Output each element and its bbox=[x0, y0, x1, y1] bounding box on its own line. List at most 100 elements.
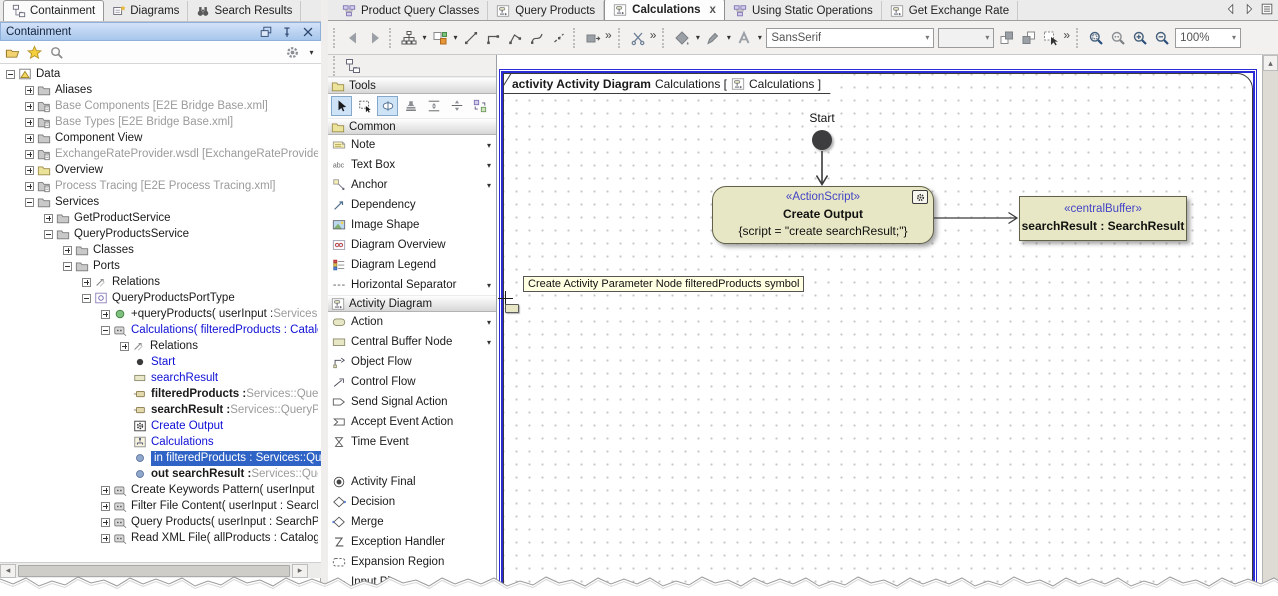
scroll-left-button[interactable]: ◂ bbox=[0, 564, 16, 578]
tree-item-getproductservice[interactable]: GetProductService bbox=[0, 210, 318, 226]
palette-item-action[interactable]: Action▾ bbox=[328, 312, 496, 332]
zoom-combo[interactable]: 100%▾ bbox=[1175, 28, 1241, 48]
tree-item-searchresult[interactable]: searchResult bbox=[0, 370, 318, 386]
tree-item-queryproductsporttype[interactable]: QueryProductsPortType bbox=[0, 290, 318, 306]
tab-close-icon[interactable]: x bbox=[710, 4, 716, 16]
tree-item-overview[interactable]: Overview bbox=[0, 162, 318, 178]
tree-item-in-filteredproducts-services-queryproduc[interactable]: in filteredProducts : Services::QueryPro… bbox=[0, 450, 321, 466]
tree-item-relations[interactable]: Relations bbox=[0, 274, 318, 290]
tree-item-ports[interactable]: Ports bbox=[0, 258, 318, 274]
dropdown-arrow-icon[interactable]: ▾ bbox=[420, 33, 429, 42]
palette-group-common[interactable]: Common bbox=[328, 118, 496, 135]
tab-prev-icon[interactable] bbox=[1224, 2, 1238, 16]
toolbar-overflow-chevron[interactable]: » bbox=[605, 28, 612, 42]
zoom-region-button[interactable] bbox=[1085, 27, 1107, 49]
tree-item-component-view[interactable]: Component View bbox=[0, 130, 318, 146]
palette-item-central-buffer-node[interactable]: Central Buffer Node▾ bbox=[328, 332, 496, 352]
tree-item-classes[interactable]: Classes bbox=[0, 242, 318, 258]
tab-next-icon[interactable] bbox=[1242, 2, 1256, 16]
fill-color-button[interactable] bbox=[671, 27, 693, 49]
sticky-drawing-tool[interactable] bbox=[377, 96, 398, 116]
tree-expander-plus-icon[interactable] bbox=[63, 246, 72, 255]
palette-item-accept-event-action[interactable]: Accept Event Action bbox=[328, 412, 496, 432]
tree-expander-minus-icon[interactable] bbox=[82, 294, 91, 303]
zoom-fit-button[interactable] bbox=[1107, 27, 1129, 49]
font-combo[interactable]: SansSerif▾ bbox=[766, 28, 934, 48]
tree-item-filteredproducts[interactable]: filteredProducts : Services::Query bbox=[0, 386, 318, 402]
zoom-out-button[interactable] bbox=[1151, 27, 1173, 49]
palette-item-diagram-legend[interactable]: Diagram Legend bbox=[328, 255, 496, 275]
dropdown-arrow-icon[interactable]: ▾ bbox=[487, 578, 491, 587]
palette-item-activity-final[interactable]: Activity Final bbox=[328, 472, 496, 492]
swap-tool[interactable] bbox=[469, 96, 490, 116]
tree-item-searchresult[interactable]: searchResult : Services::QueryPro bbox=[0, 402, 318, 418]
palette-item-time-event[interactable]: Time Event bbox=[328, 432, 496, 452]
line-rectilinear-button[interactable] bbox=[482, 27, 504, 49]
dropdown-arrow-icon[interactable]: ▾ bbox=[487, 161, 491, 170]
palette-item-exception-handler[interactable]: Exception Handler bbox=[328, 532, 496, 552]
line-straight-button[interactable] bbox=[460, 27, 482, 49]
palette-item-merge[interactable]: Merge bbox=[328, 512, 496, 532]
tree-item-calculations[interactable]: Calculations bbox=[0, 434, 318, 450]
dropdown-arrow-icon[interactable]: ▾ bbox=[307, 48, 316, 57]
tree-expander-plus-icon[interactable] bbox=[101, 502, 110, 511]
palette-item-input-pin[interactable]: Input Pin▾ bbox=[328, 572, 496, 592]
diagram-tab-get-exchange-rate[interactable]: Get Exchange Rate bbox=[882, 1, 1018, 20]
tree-item-relations[interactable]: Relations bbox=[0, 338, 318, 354]
tree-item-read-xml-file-allproducts-catalog[interactable]: Read XML File( allProducts : Catalog ) bbox=[0, 530, 318, 546]
tree-item-base-types-e2e-bridge-base-xml[interactable]: Base Types [E2E Bridge Base.xml] bbox=[0, 114, 318, 130]
tree-item-start[interactable]: Start bbox=[0, 354, 318, 370]
browser-tab-search-results[interactable]: Search Results bbox=[188, 1, 301, 21]
tree-item-calculations-filteredproducts-catalog[interactable]: Calculations( filteredProducts : Catalog bbox=[0, 322, 318, 338]
cut-button[interactable] bbox=[627, 27, 649, 49]
initial-node[interactable] bbox=[812, 130, 832, 150]
scroll-right-button[interactable]: ▸ bbox=[292, 564, 308, 578]
tree-item-queryproductsservice[interactable]: QueryProductsService bbox=[0, 226, 318, 242]
toolbar-overflow-chevron[interactable]: » bbox=[1063, 28, 1070, 42]
close-icon[interactable] bbox=[301, 25, 315, 39]
marquee-selection-tool[interactable] bbox=[354, 96, 375, 116]
palette-containment-button[interactable] bbox=[342, 55, 364, 77]
diagram-tab-using-static-operations[interactable]: Using Static Operations bbox=[725, 1, 882, 20]
palette-item-image-shape[interactable]: Image Shape bbox=[328, 215, 496, 235]
palette-drag-handle[interactable] bbox=[333, 56, 338, 76]
dropdown-arrow-icon[interactable]: ▾ bbox=[724, 33, 733, 42]
palette-item-expansion-region[interactable]: Expansion Region bbox=[328, 552, 496, 572]
font-size-combo[interactable]: ▾ bbox=[938, 28, 994, 48]
dropdown-arrow-icon[interactable]: ▾ bbox=[487, 181, 491, 190]
tree-item-data[interactable]: Data bbox=[0, 66, 318, 82]
dropdown-arrow-icon[interactable]: ▾ bbox=[487, 141, 491, 150]
line-curved-button[interactable] bbox=[526, 27, 548, 49]
tree-item-queryproducts-userinput[interactable]: +queryProducts( userInput : Services bbox=[0, 306, 318, 322]
tree-expander-minus-icon[interactable] bbox=[25, 198, 34, 207]
compress-tool[interactable] bbox=[446, 96, 467, 116]
dropdown-arrow-icon[interactable]: ▾ bbox=[487, 281, 491, 290]
tree-item-out-searchresult[interactable]: out searchResult : Services::Quer bbox=[0, 466, 318, 482]
tree-item-base-components-e2e-bridge-base-xml[interactable]: Base Components [E2E Bridge Base.xml] bbox=[0, 98, 318, 114]
diagram-tab-product-query-classes[interactable]: Product Query Classes bbox=[334, 1, 488, 20]
bring-forward-button[interactable] bbox=[996, 27, 1018, 49]
diagram-tab-query-products[interactable]: Query Products bbox=[488, 1, 604, 20]
tree-expander-plus-icon[interactable] bbox=[44, 214, 53, 223]
dropdown-arrow-icon[interactable]: ▾ bbox=[487, 318, 491, 327]
line-oblique-button[interactable] bbox=[504, 27, 526, 49]
scroll-up-button[interactable]: ▴ bbox=[1263, 55, 1278, 71]
browser-tab-diagrams[interactable]: Diagrams bbox=[104, 1, 188, 21]
float-icon[interactable] bbox=[259, 25, 273, 39]
tree-item-query-products-userinput-searchpa[interactable]: Query Products( userInput : SearchPa bbox=[0, 514, 318, 530]
tree-expander-plus-icon[interactable] bbox=[25, 150, 34, 159]
palette-item-diagram-overview[interactable]: Diagram Overview bbox=[328, 235, 496, 255]
tree-expander-plus-icon[interactable] bbox=[101, 486, 110, 495]
palette-item-send-signal-action[interactable]: Send Signal Action bbox=[328, 392, 496, 412]
tree-expander-plus-icon[interactable] bbox=[101, 534, 110, 543]
stamp-tool[interactable] bbox=[400, 96, 421, 116]
palette-item-dependency[interactable]: Dependency bbox=[328, 195, 496, 215]
layout-tree-button[interactable] bbox=[398, 27, 420, 49]
palette-item-object-flow[interactable]: Object Flow bbox=[328, 352, 496, 372]
tree-expander-plus-icon[interactable] bbox=[25, 86, 34, 95]
tree-horizontal-scrollbar[interactable]: ◂ ▸ bbox=[0, 562, 321, 578]
favorites-icon[interactable] bbox=[27, 45, 42, 60]
font-color-button[interactable] bbox=[733, 27, 755, 49]
tree-expander-minus-icon[interactable] bbox=[63, 262, 72, 271]
diagram-canvas[interactable]: activity Activity Diagram Calculations [… bbox=[497, 55, 1262, 596]
